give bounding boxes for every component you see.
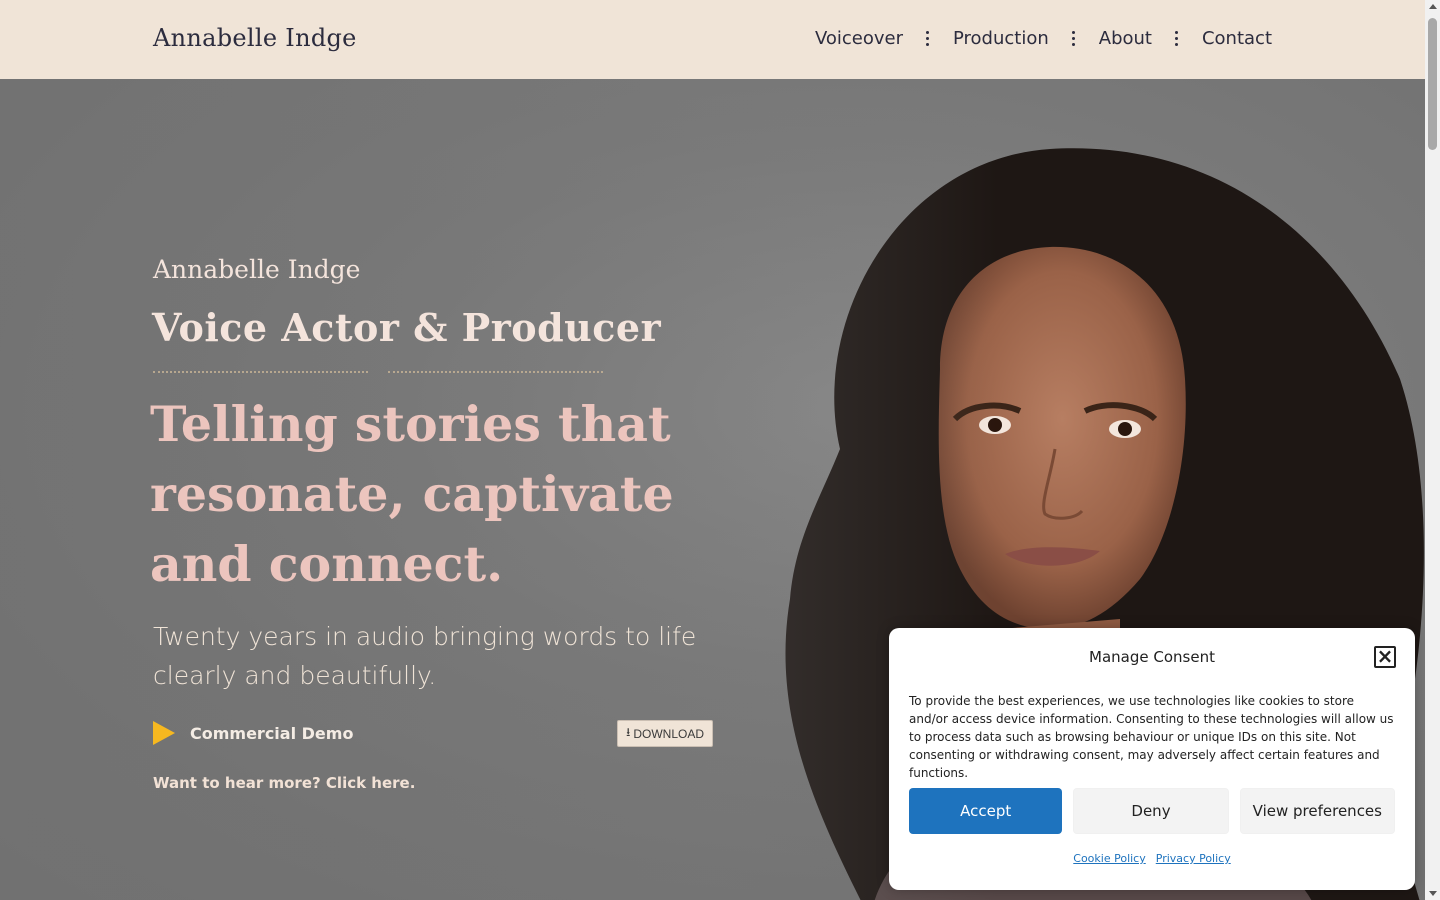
consent-title: Manage Consent bbox=[1089, 648, 1215, 666]
download-label: DOWNLOAD bbox=[633, 726, 704, 741]
cookie-policy-link[interactable]: Cookie Policy bbox=[1073, 852, 1145, 865]
deny-button[interactable]: Deny bbox=[1073, 788, 1229, 834]
hero-subtitle: Twenty years in audio bringing words to … bbox=[153, 622, 697, 690]
nav-voiceover[interactable]: Voiceover bbox=[815, 28, 903, 49]
consent-actions: Accept Deny View preferences bbox=[909, 788, 1395, 834]
consent-body: To provide the best experiences, we use … bbox=[909, 694, 1394, 780]
page-scrollbar[interactable] bbox=[1425, 0, 1440, 900]
demo-title: Commercial Demo bbox=[190, 724, 354, 743]
nav-about[interactable]: About bbox=[1099, 28, 1152, 49]
download-icon: ⭳ bbox=[626, 725, 631, 739]
nav-separator bbox=[926, 31, 930, 46]
nav-separator bbox=[1175, 31, 1179, 46]
hero-role: Voice Actor & Producer bbox=[152, 305, 662, 350]
site-header: Annabelle Indge Voiceover Production Abo… bbox=[0, 0, 1425, 79]
play-icon[interactable] bbox=[153, 721, 175, 745]
site-logo[interactable]: Annabelle Indge bbox=[153, 24, 357, 52]
nav-separator bbox=[1072, 31, 1076, 46]
nav-production[interactable]: Production bbox=[953, 28, 1049, 49]
audio-player: Commercial Demo ⭳ DOWNLOAD bbox=[153, 720, 713, 750]
privacy-policy-link[interactable]: Privacy Policy bbox=[1156, 852, 1231, 865]
scroll-up-icon[interactable] bbox=[1429, 4, 1437, 9]
more-demos-link[interactable]: Want to hear more? Click here. bbox=[153, 774, 415, 792]
consent-links: Cookie Policy Privacy Policy bbox=[889, 852, 1415, 865]
consent-dialog: Manage Consent × To provide the best exp… bbox=[889, 628, 1415, 890]
hero-tagline: Telling stories that resonate, captivate… bbox=[150, 395, 674, 593]
view-preferences-button[interactable]: View preferences bbox=[1239, 788, 1395, 834]
scroll-down-icon[interactable] bbox=[1429, 891, 1437, 896]
hero-name: Annabelle Indge bbox=[153, 255, 361, 284]
close-icon[interactable]: × bbox=[1374, 646, 1396, 668]
main-nav: Voiceover Production About Contact bbox=[815, 28, 1272, 49]
accept-button[interactable]: Accept bbox=[909, 788, 1063, 834]
nav-contact[interactable]: Contact bbox=[1202, 28, 1272, 49]
download-button[interactable]: ⭳ DOWNLOAD bbox=[617, 720, 713, 747]
scroll-thumb[interactable] bbox=[1428, 18, 1437, 150]
dotted-divider bbox=[153, 371, 603, 375]
